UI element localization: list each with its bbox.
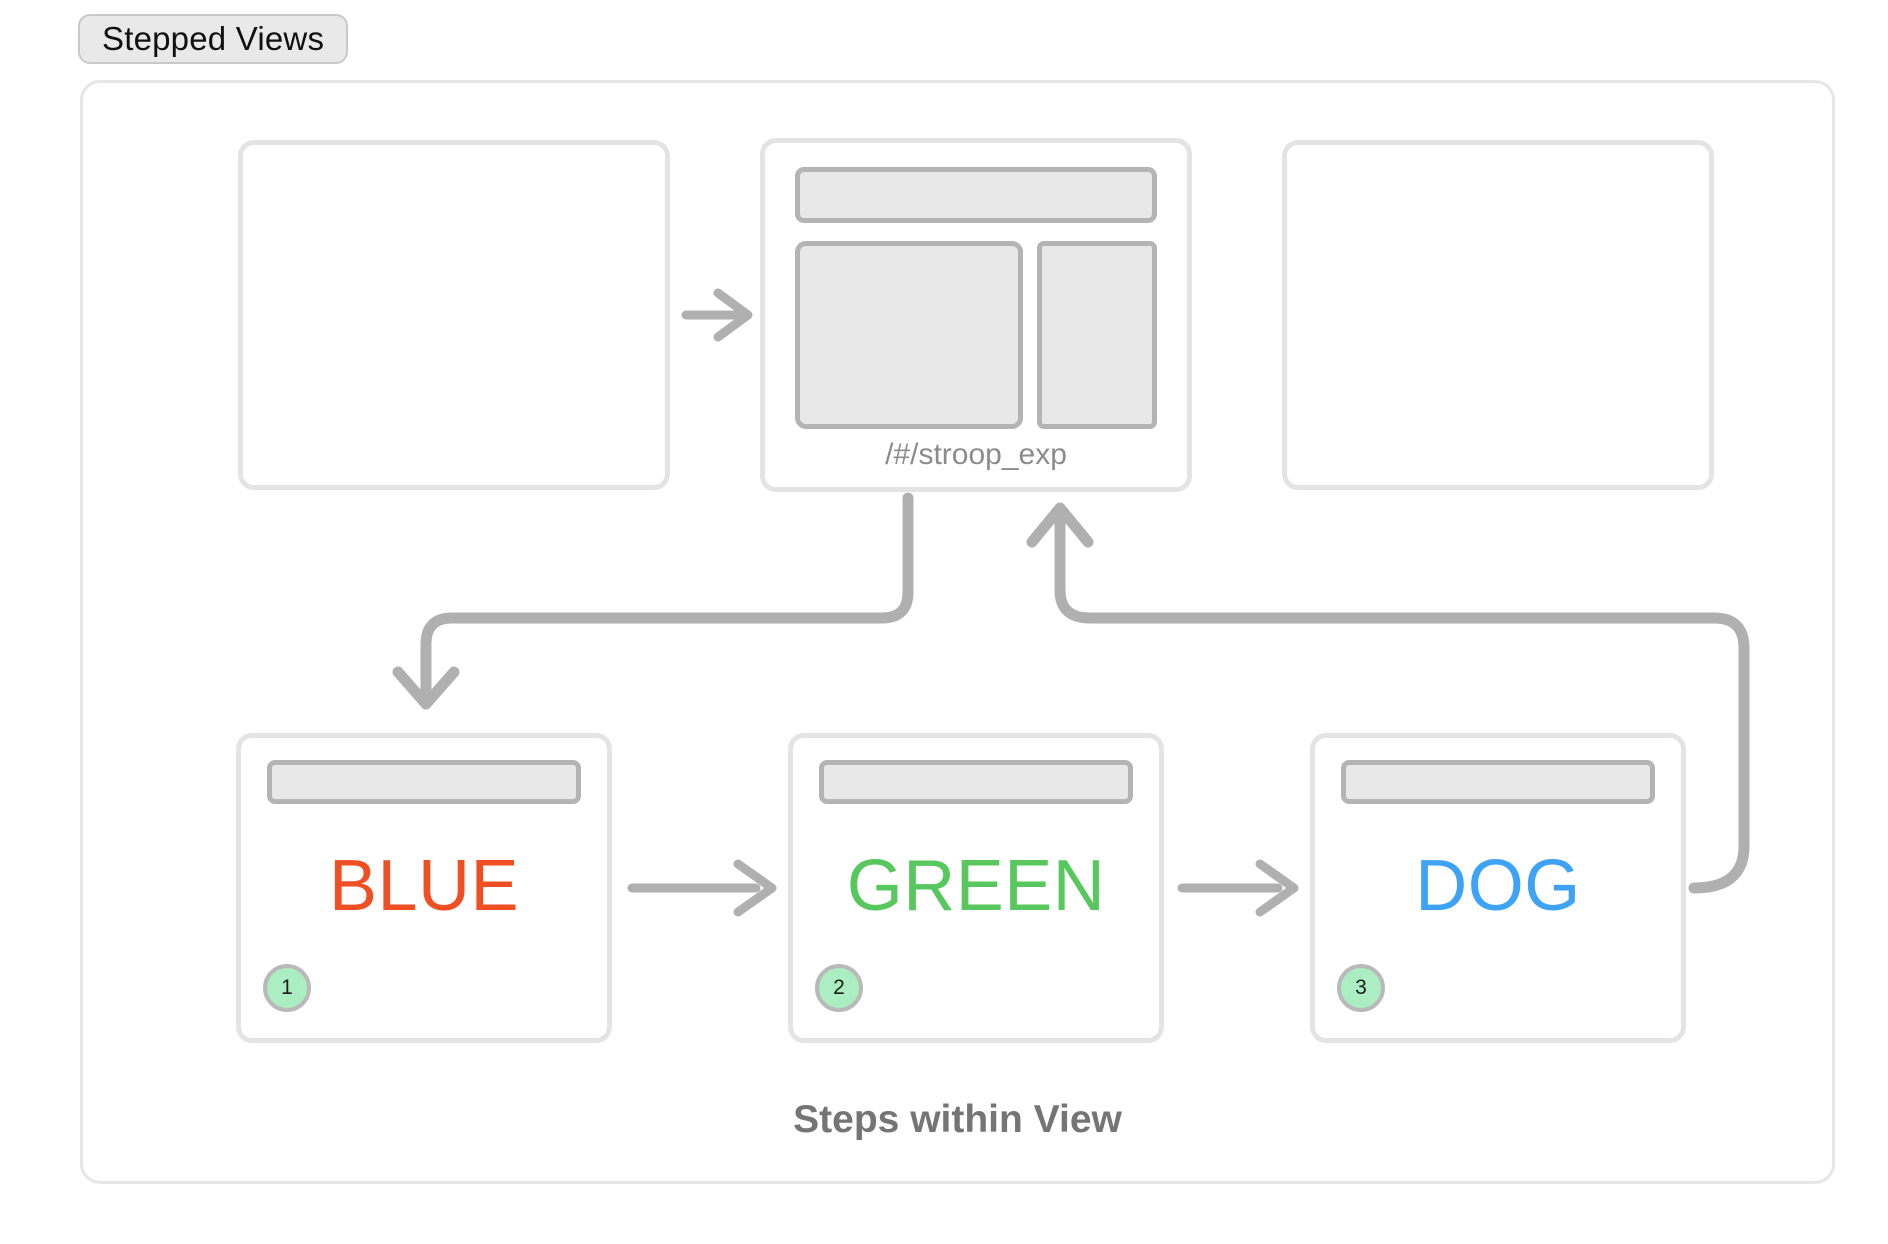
view-card-prev[interactable]: [238, 140, 670, 490]
view-card-stroop[interactable]: /#/stroop_exp: [760, 138, 1192, 492]
step-card[interactable]: DOG 3: [1310, 733, 1686, 1043]
step-number-label: 2: [833, 976, 845, 999]
step-header-bar: [819, 760, 1133, 804]
step-card[interactable]: BLUE 1: [236, 733, 612, 1043]
step-number-label: 3: [1355, 976, 1367, 999]
step-stimulus-word: GREEN: [846, 846, 1106, 926]
step-number-badge: 3: [1337, 964, 1385, 1012]
view-url-label: /#/stroop_exp: [885, 438, 1067, 471]
wireframe-main-panel: [795, 241, 1024, 429]
step-number-badge: 2: [815, 964, 863, 1012]
step-header-bar: [267, 760, 581, 804]
group-caption: Steps within View: [793, 1098, 1122, 1141]
step-stimulus-word: BLUE: [328, 846, 520, 926]
wireframe-header-bar: [795, 167, 1157, 223]
step-card[interactable]: GREEN 2: [788, 733, 1164, 1043]
step-number-label: 1: [281, 976, 293, 999]
group-tag-label: Stepped Views: [102, 20, 325, 57]
step-header-bar: [1341, 760, 1655, 804]
step-stimulus-word: DOG: [1415, 846, 1581, 926]
diagram-canvas: Stepped Views /#/stroop_exp BLUE 1 GREEN…: [0, 0, 1888, 1244]
group-tag[interactable]: Stepped Views: [78, 14, 349, 64]
view-card-next[interactable]: [1282, 140, 1714, 490]
wireframe-side-panel: [1037, 241, 1157, 429]
wireframe-body: [795, 241, 1157, 429]
step-number-badge: 1: [263, 964, 311, 1012]
